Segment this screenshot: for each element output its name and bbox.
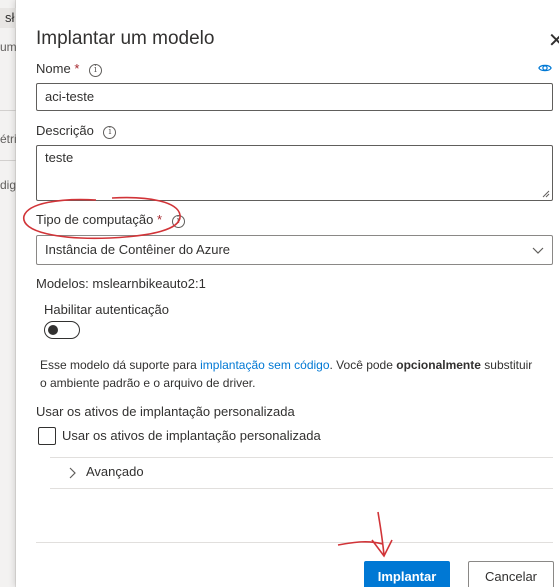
required-mark: * [156,212,162,227]
background-page: sł um étri dig [0,0,17,587]
background-fragment-1: um [0,40,17,54]
auth-toggle[interactable] [44,321,80,339]
resize-handle-icon[interactable] [542,190,550,198]
description-label-text: Descrição [36,123,94,138]
background-divider [0,110,16,111]
info-text-bold: opcionalmente [396,358,481,372]
info-paragraph: Esse modelo dá suporte para implantação … [40,356,540,392]
info-icon[interactable]: i [171,215,185,228]
custom-assets-checkbox-label[interactable]: Usar os ativos de implantação personaliz… [62,428,321,443]
advanced-section-toggle[interactable]: Avançado [86,464,144,479]
background-tab-label: sł [5,10,15,25]
compute-type-value: Instância de Contêiner do Azure [45,242,231,257]
description-label: Descrição i [36,123,117,139]
background-divider [0,160,16,161]
custom-assets-heading: Usar os ativos de implantação personaliz… [36,404,295,419]
name-label-text: Nome [36,61,71,76]
background-fragment-3: dig [0,178,17,192]
description-textarea[interactable]: teste [36,145,553,201]
toggle-knob [48,325,58,335]
divider [50,457,553,458]
compute-type-label-text: Tipo de computação [36,212,154,227]
info-text-part: Esse modelo dá suporte para [40,358,201,372]
name-input[interactable]: aci-teste [36,83,553,111]
no-code-deployment-link[interactable]: implantação sem código [200,358,329,372]
info-text-part: . Você pode [329,358,397,372]
deploy-model-panel: Implantar um modelo ✕ Nome * i aci-teste… [16,0,559,587]
divider [50,488,553,489]
required-mark: * [74,61,80,76]
compute-type-label: Tipo de computação * i [36,212,185,228]
chevron-right-icon[interactable] [66,467,78,479]
description-value: teste [45,150,74,165]
deploy-button[interactable]: Implantar [364,561,450,587]
info-icon[interactable]: i [89,64,102,77]
eye-icon[interactable] [538,61,552,75]
cancel-button[interactable]: Cancelar [468,561,554,587]
panel-title: Implantar um modelo [36,28,215,49]
custom-assets-checkbox[interactable] [38,427,56,445]
models-line: Modelos: mslearnbikeauto2:1 [36,276,206,291]
info-icon[interactable]: i [103,126,117,139]
chevron-down-icon [532,247,544,254]
footer-divider [36,542,553,543]
close-icon[interactable]: ✕ [548,28,559,53]
background-tab[interactable]: sł [0,8,16,28]
compute-type-select[interactable]: Instância de Contêiner do Azure [36,235,553,265]
auth-label: Habilitar autenticação [44,302,170,317]
name-label: Nome * i [36,61,102,77]
background-fragment-2: étri [0,132,17,146]
